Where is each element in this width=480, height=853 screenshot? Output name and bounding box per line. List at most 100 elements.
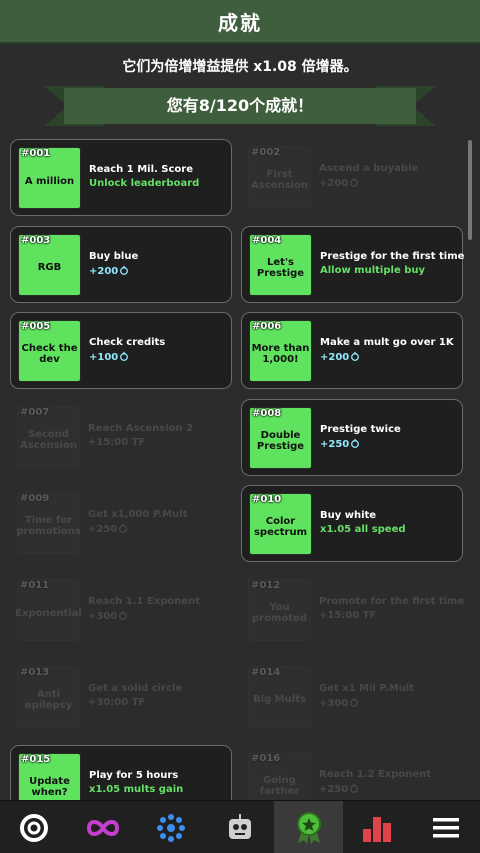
header-bar: 成就: [0, 0, 480, 44]
achievement-badge: #013 Anti epilepsy: [17, 665, 80, 728]
achievement-number: #011: [20, 580, 50, 591]
achievement-reward-text: +200: [319, 178, 349, 189]
nav-robot[interactable]: [206, 801, 275, 853]
achievement-badge: #014 Big Mults: [248, 665, 311, 728]
achievement-card[interactable]: #007 Second Ascension Reach Ascension 2 +15…: [10, 399, 232, 476]
page-title: 成就: [218, 10, 262, 35]
achievement-card[interactable]: #008 Double Prestige Prestige twice +250: [241, 398, 463, 476]
achievement-count: 您有8/120个成就！: [166, 96, 314, 115]
achievement-description: Check credits: [89, 337, 166, 349]
achievement-card[interactable]: #006 More than 1,000! Make a mult go over …: [241, 312, 463, 390]
achievement-reward: +250: [88, 523, 128, 535]
achievement-badge: #009 Time for promotions: [16, 492, 81, 555]
achievement-card[interactable]: #012 You promoted Promote for the first ti…: [241, 572, 464, 649]
achievement-badge: #012 You promoted: [248, 579, 311, 641]
robot-icon: [228, 813, 251, 839]
gem-icon: [350, 697, 359, 707]
achievement-reward-text: x1.05 all speed: [320, 524, 406, 536]
scrollbar[interactable]: [468, 140, 472, 240]
infinity-icon: [86, 819, 119, 836]
achievement-name: RGB: [37, 262, 62, 274]
nav-infinity[interactable]: [69, 801, 138, 853]
achievement-number: #009: [20, 493, 50, 505]
achievement-reward-text: +30:00 TF: [88, 696, 146, 708]
achievement-card[interactable]: #001 A million Reach 1 Mil. Score Unlock le…: [10, 139, 232, 216]
nav-menu[interactable]: [411, 801, 480, 853]
gem-icon: [351, 351, 360, 362]
nav-stats[interactable]: [343, 801, 412, 853]
achievement-badge: #008 Double Prestige: [249, 406, 312, 469]
achievement-badge: #007 Second Ascension: [17, 405, 80, 468]
achievement-card[interactable]: #015 Update when? Play for 5 hours x1.05 mu…: [10, 745, 232, 800]
achievement-card[interactable]: #005 Check the dev Check credits +100: [10, 312, 232, 390]
achievement-badge: #015 Update when?: [18, 753, 81, 800]
gem-icon: [350, 177, 359, 187]
achievement-reward: +250: [320, 438, 360, 450]
achievement-reward: +200: [320, 351, 360, 363]
achievement-card[interactable]: #013 Anti epilepsy Get a solid circle +30:0…: [10, 659, 232, 736]
achievement-count-ribbon: 您有8/120个成就！: [44, 86, 436, 126]
achievement-card[interactable]: #002 First Ascension Ascend a buyable +200: [241, 139, 463, 216]
achievement-reward: Unlock leaderboard: [89, 178, 199, 189]
achievement-description: Get x1,000 P.Mult: [88, 509, 188, 521]
achievement-description: Ascend a buyable: [319, 163, 419, 174]
achievement-badge: #004 Let's Prestige: [249, 233, 312, 296]
achievement-description: Prestige twice: [320, 423, 401, 435]
achievement-description: Buy blue: [89, 250, 139, 262]
achievement-reward: +15:00 TF: [319, 610, 376, 621]
achievement-number: #005: [21, 321, 51, 333]
achievement-reward-text: +200: [89, 265, 119, 277]
achievement-card[interactable]: #016 Going farther Reach 1.2 Exponent +250: [241, 745, 463, 800]
achievement-description: Reach 1 Mil. Score: [89, 164, 193, 175]
achievement-number: #003: [21, 234, 51, 246]
achievement-card[interactable]: #011 Exponential Reach 1.1 Exponent +300: [10, 572, 232, 649]
achievement-name: Double Prestige: [256, 429, 305, 452]
achievement-reward: +250: [319, 783, 359, 795]
achievement-badge: #010 Color spectrum: [249, 493, 312, 556]
gem-icon: [351, 438, 360, 448]
achievement-reward-text: +250: [320, 438, 350, 450]
achievement-description: Reach 1.2 Exponent: [319, 769, 432, 781]
achievement-name: Second Ascension: [20, 428, 77, 451]
achievement-reward: +15:00 TF: [88, 437, 145, 448]
nav-circle[interactable]: [0, 801, 69, 853]
achievement-reward: x1.05 all speed: [320, 524, 406, 535]
achievement-badge: #003 RGB: [18, 233, 81, 296]
achievement-reward-text: +300: [88, 611, 118, 622]
achievement-card[interactable]: #010 Color spectrum Buy white x1.05 all spe…: [241, 485, 463, 563]
achievement-name: Update when?: [29, 776, 70, 799]
achievement-number: #001: [21, 148, 51, 159]
achievement-description: Get a solid circle: [88, 682, 183, 694]
achievement-number: #006: [252, 321, 282, 333]
achievement-description: Reach Ascension 2: [88, 422, 194, 434]
gem-icon: [119, 610, 128, 620]
achievement-number: #007: [20, 406, 50, 418]
achievement-reward-text: x1.05 mults gain: [89, 784, 184, 796]
achievement-reward: +200: [319, 177, 359, 189]
achievement-name: You promoted: [252, 602, 307, 624]
achievement-name: Going farther: [259, 775, 300, 798]
achievement-card[interactable]: #003 RGB Buy blue +200: [10, 225, 232, 303]
achievement-number: #015: [21, 754, 51, 766]
achievement-card[interactable]: #009 Time for promotions Get x1,000 P.Mult…: [10, 485, 232, 562]
achievement-reward-text: +100: [89, 352, 119, 364]
achievement-reward: +300: [319, 697, 359, 709]
achievement-reward: +100: [89, 351, 129, 363]
bottom-nav: [0, 800, 480, 853]
achievement-reward: +300: [88, 610, 128, 622]
achievement-card[interactable]: #004 Let's Prestige Prestige for the first…: [241, 225, 464, 303]
nav-dots[interactable]: [137, 801, 206, 853]
achievement-name: Anti epilepsy: [24, 688, 73, 711]
achievement-card[interactable]: #014 Big Mults Get x1 Mil P.Mult +300: [241, 659, 463, 736]
achievement-list[interactable]: #001 A million Reach 1 Mil. Score Unlock le…: [8, 136, 470, 800]
achievement-name: Time for promotions: [16, 515, 81, 538]
achievement-name: Big Mults: [253, 694, 306, 706]
nav-achievements[interactable]: [274, 801, 343, 853]
achievement-badge: #006 More than 1,000!: [249, 320, 312, 383]
achievement-reward-text: +250: [88, 524, 118, 536]
achievement-name: Let's Prestige: [256, 256, 305, 279]
achievement-name: A million: [24, 175, 75, 187]
bonus-text: 它们为倍增增益提供 x1.08 倍增器。: [122, 59, 358, 75]
gem-icon: [350, 783, 359, 794]
menu-icon: [432, 817, 459, 837]
